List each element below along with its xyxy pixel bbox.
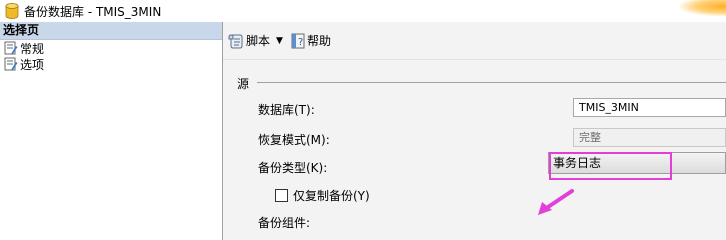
- select-page-header: 选择页: [0, 22, 222, 40]
- copy-only-checkbox[interactable]: [275, 189, 288, 202]
- recovery-model-label: 恢复模式(M):: [258, 133, 330, 147]
- nav-item-label: 选项: [20, 57, 45, 72]
- script-icon: [228, 33, 243, 48]
- highlight-box: [549, 152, 672, 180]
- help-label: 帮助: [306, 34, 331, 48]
- window-title: 备份数据库 - TMIS_3MIN: [24, 4, 162, 19]
- script-dropdown-arrow[interactable]: ▼: [276, 36, 283, 46]
- database-field[interactable]: TMIS_3MIN: [573, 98, 726, 117]
- help-button[interactable]: ? 帮助: [291, 32, 331, 49]
- toolbar: 脚本 ▼ ? 帮助: [223, 22, 726, 60]
- database-label: 数据库(T):: [258, 103, 315, 117]
- backup-type-label: 备份类型(K):: [258, 161, 328, 175]
- recovery-model-field: 完整: [573, 128, 726, 147]
- copy-only-label: 仅复制备份(Y): [293, 189, 370, 203]
- annotation-arrow-icon: [538, 189, 574, 215]
- svg-text:?: ?: [298, 37, 303, 48]
- left-pane: 选择页 常规 选项: [0, 22, 223, 240]
- copy-only-row[interactable]: 仅复制备份(Y): [275, 187, 370, 204]
- page-icon: [4, 57, 18, 71]
- title-bar: 备份数据库 - TMIS_3MIN: [0, 0, 726, 22]
- script-label: 脚本: [246, 34, 271, 48]
- nav-item-label: 常规: [20, 41, 45, 56]
- source-section-label: 源: [237, 77, 250, 91]
- nav-item-options[interactable]: 选项: [0, 56, 222, 72]
- script-button[interactable]: 脚本: [228, 32, 270, 49]
- nav-item-general[interactable]: 常规: [0, 40, 222, 56]
- window-glow: [680, 0, 726, 16]
- help-icon: ?: [291, 33, 305, 48]
- main-panel: 源 数据库(T): TMIS_3MIN 恢复模式(M): 完整 备份类型(K):…: [223, 60, 726, 240]
- page-icon: [4, 41, 18, 55]
- backup-component-label: 备份组件:: [258, 216, 311, 230]
- section-divider: [257, 82, 726, 83]
- database-icon: [5, 3, 19, 19]
